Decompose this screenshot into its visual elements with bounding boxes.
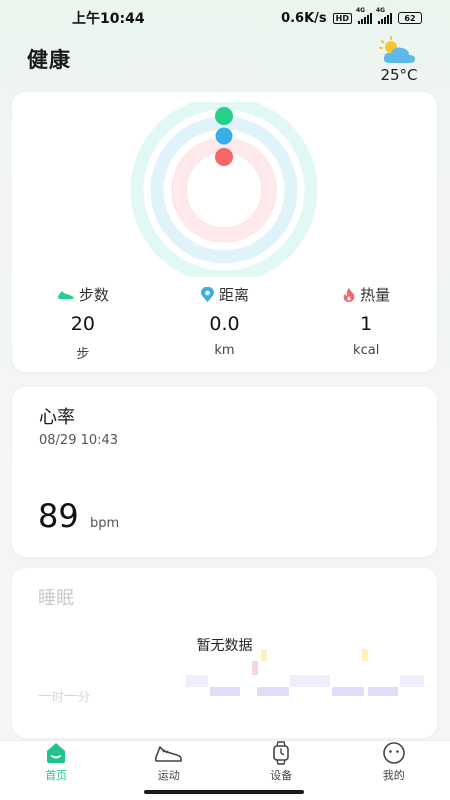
profile-face-icon: [382, 742, 405, 764]
temperature: 25°C: [380, 66, 418, 84]
tab-home-label: 首页: [45, 769, 68, 782]
battery-icon: 62: [398, 12, 422, 24]
signal-icon: 4G: [356, 7, 372, 24]
sleep-duration: 一时一分: [38, 686, 90, 706]
network-speed: 0.6K/s: [281, 10, 327, 26]
steps-value: 20: [70, 313, 95, 335]
home-icon: [47, 743, 66, 763]
watch-icon: [273, 741, 290, 765]
heart-rate-time: 08/29 10:43: [39, 433, 119, 448]
sleep-placeholder-chart: [186, 649, 424, 696]
fire-icon: [343, 287, 355, 302]
partly-cloudy-icon: [379, 36, 415, 63]
steps-unit: 步: [76, 347, 90, 362]
stat-steps: 步数 20 步: [12, 284, 154, 362]
activity-rings: [130, 102, 318, 277]
activity-card[interactable]: 步数 20 步 距离 0.0 km 热量 1 kcal: [12, 92, 437, 372]
distance-ring-dot: [215, 127, 233, 145]
header: 健康 25°C: [0, 36, 450, 88]
steps-ring-dot: [215, 107, 233, 125]
shoe-icon: [57, 290, 74, 299]
signal-type-label-2: 4G: [376, 7, 386, 14]
calories-value: 1: [360, 313, 373, 335]
sleep-minutes-unit: 分: [78, 690, 91, 704]
sleep-hours-unit: 时: [52, 690, 65, 704]
sleep-title: 睡眠: [38, 588, 74, 609]
status-indicators: 0.6K/s HD 4G 4G 62: [281, 7, 422, 26]
distance-label: 距离: [219, 286, 250, 304]
tab-home[interactable]: 首页: [0, 741, 113, 800]
heart-rate-value: 89: [38, 497, 79, 535]
tab-device-label: 设备: [270, 769, 293, 782]
signal-icon-2: 4G: [376, 7, 392, 24]
calories-unit: kcal: [353, 343, 380, 358]
heart-rate-card[interactable]: 心率 08/29 10:43 89 bpm: [12, 387, 437, 557]
sleep-card[interactable]: 睡眠 暂无数据 一时一分: [12, 568, 437, 738]
weather-widget[interactable]: 25°C: [374, 36, 424, 84]
sleep-minutes: 一: [64, 689, 79, 705]
location-pin-icon: [201, 286, 214, 302]
hd-badge: HD: [332, 12, 352, 24]
tab-sport-label: 运动: [157, 769, 180, 782]
distance-unit: km: [214, 343, 235, 358]
steps-label: 步数: [78, 286, 109, 304]
heart-rate-unit: bpm: [90, 516, 120, 531]
sneaker-icon: [154, 746, 182, 762]
page-title: 健康: [27, 48, 71, 72]
home-indicator: [144, 790, 304, 794]
calories-ring-dot: [215, 148, 233, 166]
stat-distance: 距离 0.0 km: [154, 284, 296, 362]
activity-stats: 步数 20 步 距离 0.0 km 热量 1 kcal: [12, 284, 437, 362]
battery-level: 62: [404, 13, 416, 23]
status-bar: 上午10:44 0.6K/s HD 4G 4G 62: [0, 0, 450, 36]
stat-calories: 热量 1 kcal: [295, 284, 437, 362]
signal-type-label: 4G: [356, 7, 366, 14]
distance-value: 0.0: [209, 313, 240, 335]
tab-profile-label: 我的: [382, 769, 405, 782]
sleep-hours: 一: [38, 689, 52, 705]
status-time: 上午10:44: [72, 11, 145, 27]
heart-rate-title: 心率: [39, 407, 75, 428]
calories-label: 热量: [360, 286, 391, 304]
tab-profile[interactable]: 我的: [338, 741, 450, 800]
